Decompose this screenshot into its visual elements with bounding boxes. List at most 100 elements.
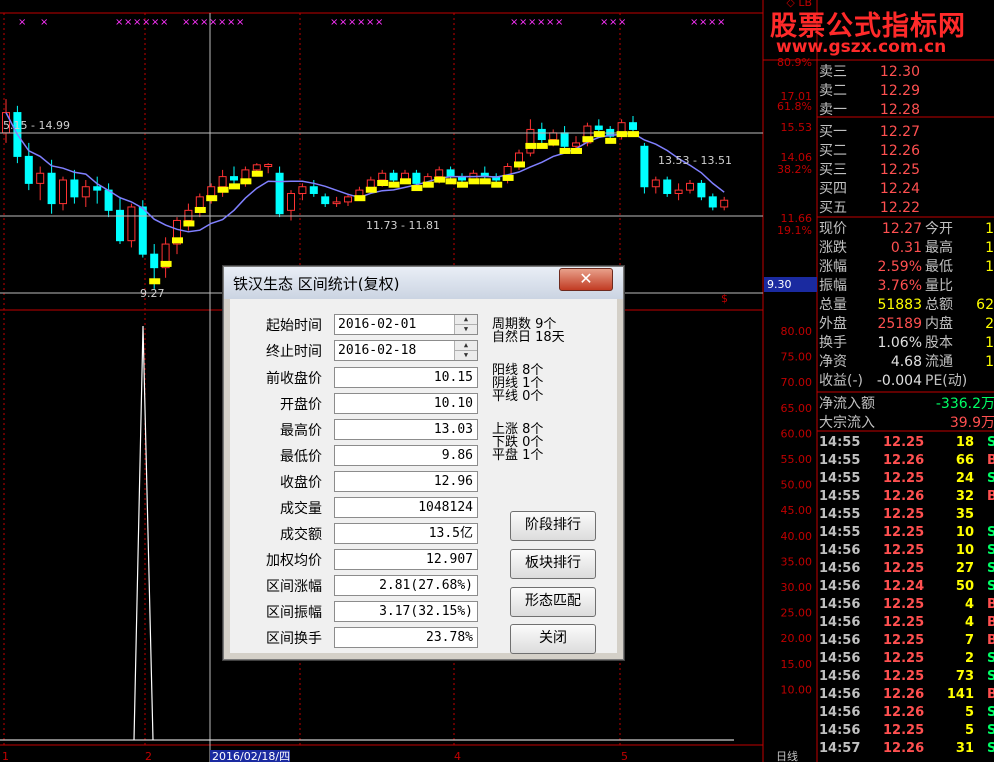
field-value[interactable]: 13.5亿: [334, 523, 478, 544]
watermark-url: www.gszx.com.cn: [776, 37, 947, 57]
tick-flag: B: [987, 687, 994, 702]
stat-value: 0.31: [890, 240, 922, 256]
candle-body: [127, 206, 136, 242]
signal-marker: ×: [160, 17, 168, 28]
stat-label: 涨跌: [819, 240, 847, 256]
price-axis-label: 80.9%: [777, 56, 812, 69]
signal-marker: ×: [227, 17, 235, 28]
field-value[interactable]: 12.907: [334, 549, 478, 570]
candle-body: [412, 172, 421, 184]
field-value[interactable]: 10.10: [334, 393, 478, 414]
candle-body: [36, 172, 45, 184]
field-value[interactable]: 12.96: [334, 471, 478, 492]
field-value[interactable]: 10.15: [334, 367, 478, 388]
price-axis-label: 15.53: [781, 121, 813, 134]
signal-marker: ×: [510, 17, 518, 28]
tick-flag: S: [987, 561, 994, 576]
signal-marker: ×: [717, 17, 725, 28]
spin-up-icon[interactable]: ▲: [455, 341, 477, 351]
candle-body: [184, 209, 193, 221]
field-label: 最高价: [280, 423, 322, 439]
field-label: 区间涨幅: [266, 579, 322, 595]
tick-vol: 50: [955, 579, 974, 594]
pattern-match-button[interactable]: 形态匹配: [510, 587, 596, 617]
spin-up-icon[interactable]: ▲: [455, 315, 477, 325]
field-value[interactable]: 3.17(32.15%): [334, 601, 478, 622]
tick-flag: S: [987, 669, 994, 684]
tick-vol: 2: [964, 651, 974, 666]
volume-axis-label: 70.00: [781, 376, 813, 389]
field-label: 区间振幅: [266, 605, 322, 621]
stat-row: 涨幅 2.59% 最低 1: [817, 258, 994, 276]
signal-marker: ×: [708, 17, 716, 28]
start-time-label: 起始时间: [266, 318, 322, 334]
trend-highlight: [548, 139, 560, 146]
volume-axis-label: 60.00: [781, 427, 813, 440]
sector-rank-button[interactable]: 板块排行: [510, 549, 596, 579]
tick-flag: B: [987, 633, 994, 648]
end-date-field[interactable]: 2016-02-18 ▲ ▼: [334, 340, 478, 361]
candle-body: [287, 192, 295, 211]
volume-axis-label: 15.00: [781, 658, 813, 671]
signal-marker: ×: [366, 17, 374, 28]
bid-row-price: 12.24: [879, 181, 920, 197]
spin-down-icon[interactable]: ▼: [455, 351, 477, 360]
tick-row: 14:56 12.26 5 S: [817, 705, 994, 723]
stat-label: 收益(-): [819, 373, 863, 389]
candle-body: [708, 196, 717, 208]
end-time-label: 终止时间: [266, 344, 322, 360]
stat-label: 总额: [925, 297, 953, 313]
tick-vol: 10: [955, 543, 974, 558]
ask-row-price: 12.29: [879, 83, 920, 99]
tick-row: 14:56 12.25 7 B: [817, 633, 994, 651]
field-label: 加权均价: [266, 553, 322, 569]
stat-label: PE(动): [925, 373, 968, 389]
start-date-spinner[interactable]: ▲ ▼: [454, 315, 477, 334]
volume-axis-label: 25.00: [781, 607, 813, 620]
signal-marker: ×: [151, 17, 159, 28]
flow-label: 净流入额: [819, 396, 875, 412]
signal-marker: ×: [519, 17, 527, 28]
stat-value: -0.004: [876, 373, 922, 389]
stat-row: 现价 12.27 今开 1: [817, 220, 994, 238]
dialog-title: 铁汉生态 区间统计(复权): [233, 275, 400, 293]
start-date-field[interactable]: 2016-02-01 ▲ ▼: [334, 314, 478, 335]
trend-highlight: [160, 260, 172, 267]
ask-row-price: 12.30: [879, 64, 920, 80]
tick-vol: 10: [955, 525, 974, 540]
bid-row: 买二 12.26: [817, 142, 994, 160]
stat-label: 今开: [925, 221, 953, 237]
close-button[interactable]: 关闭: [510, 624, 596, 654]
end-date-spinner[interactable]: ▲ ▼: [454, 341, 477, 360]
dialog-titlebar[interactable]: 铁汉生态 区间统计(复权) ✕: [224, 267, 623, 299]
tick-flag: S: [987, 435, 994, 450]
field-value[interactable]: 13.03: [334, 419, 478, 440]
stat-label: 现价: [819, 221, 847, 237]
tick-flag: B: [987, 453, 994, 468]
axis-mark: 4: [454, 750, 461, 762]
signal-marker: ×: [124, 17, 132, 28]
close-icon[interactable]: ✕: [559, 268, 613, 291]
field-value[interactable]: 2.81(27.68%): [334, 575, 478, 596]
candle-body: [651, 179, 660, 188]
tick-flag: S: [987, 543, 994, 558]
candle-body: [344, 196, 352, 203]
field-value[interactable]: 1048124: [334, 497, 478, 518]
field-value[interactable]: 9.86: [334, 445, 478, 466]
volume-axis-label: 20.00: [781, 632, 813, 645]
stat-label: 最高: [925, 240, 953, 256]
ask-row: 卖三 12.30: [817, 63, 994, 81]
tick-flag: S: [987, 705, 994, 720]
stat-value: 2: [985, 316, 994, 332]
field-value[interactable]: 23.78%: [334, 627, 478, 648]
stage-rank-button[interactable]: 阶段排行: [510, 511, 596, 541]
stat-value: 1: [985, 240, 994, 256]
trend-highlight: [411, 185, 423, 192]
volume-axis-label: 65.00: [781, 402, 813, 415]
spin-down-icon[interactable]: ▼: [455, 325, 477, 334]
candle-body: [104, 189, 113, 211]
trend-highlight: [229, 183, 240, 190]
signal-marker: ×: [209, 17, 217, 28]
tick-flag: S: [987, 579, 994, 594]
annot-low: 9.27: [140, 287, 165, 300]
